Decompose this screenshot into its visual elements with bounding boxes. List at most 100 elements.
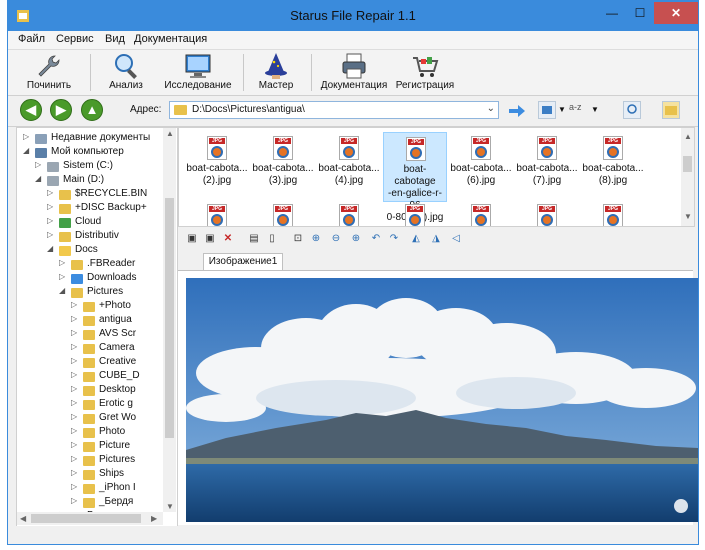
scrollbar-thumb[interactable] [683,156,692,172]
documentation-button[interactable]: Документация [317,50,391,95]
expand-arrow-icon[interactable]: ◢ [59,286,65,295]
go-arrow-icon[interactable] [508,104,526,118]
close-button[interactable]: ✕ [654,2,698,24]
expand-arrow-icon[interactable]: ▷ [71,426,77,435]
expand-arrow-icon[interactable]: ◢ [47,244,53,253]
menu-view[interactable]: Вид [105,33,125,45]
file-item[interactable]: JPG boat-cabota... (8).jpg [581,132,645,202]
expand-arrow-icon[interactable]: ▷ [71,454,77,463]
file-item[interactable]: JPG [515,200,579,226]
scroll-right-icon[interactable]: ▶ [151,514,157,523]
expand-arrow-icon[interactable]: ▷ [47,202,53,211]
analyze-button[interactable]: Анализ [100,50,152,95]
minimize-button[interactable]: — [598,2,626,24]
maximize-button[interactable]: ☐ [626,2,654,24]
scroll-down-icon[interactable]: ▼ [684,212,692,221]
image-info-icon[interactable]: ▤ [248,233,260,245]
folder-view-button[interactable] [662,101,680,119]
expand-arrow-icon[interactable]: ▷ [71,496,77,505]
expand-arrow-icon[interactable]: ▷ [35,160,41,169]
scroll-up-icon[interactable]: ▲ [684,132,692,141]
clipboard-icon[interactable]: ▯ [266,233,278,245]
file-item[interactable]: JPG boat-cabota... (3).jpg [251,132,315,202]
expand-arrow-icon[interactable]: ▷ [59,272,65,281]
view-dropdown-arrow[interactable]: ▼ [558,105,566,114]
fit-icon[interactable]: ⊡ [292,233,304,245]
zoom-out-icon[interactable]: ⊖ [330,233,342,245]
file-item[interactable]: JPG boat-cabota... (6).jpg [449,132,513,202]
expand-arrow-icon[interactable]: ▷ [71,328,77,337]
file-item[interactable]: JPG boat-cabota... (2).jpg [185,132,249,202]
expand-arrow-icon[interactable]: ▷ [47,188,53,197]
menu-file[interactable]: Файл [18,33,45,45]
wizard-button[interactable]: Мастер [248,50,304,95]
expand-arrow-icon[interactable]: ▷ [71,440,77,449]
folder-icon [83,456,95,466]
files-scrollbar[interactable]: ▲ ▼ [681,128,694,226]
rotate-right-icon[interactable]: ↷ [388,233,400,245]
save-as-icon[interactable]: ▣ [204,233,216,245]
scroll-down-icon[interactable]: ▼ [166,502,174,511]
menu-docs[interactable]: Документация [134,33,207,45]
file-item[interactable]: JPG boat-cabota... (7).jpg [515,132,579,202]
folder-icon [83,316,95,326]
expand-arrow-icon[interactable]: ▷ [71,482,77,491]
expand-arrow-icon[interactable]: ▷ [47,230,53,239]
file-item[interactable]: JPGboat-cabotage -en-galice-r-96 0-800 (… [383,132,447,223]
delete-icon[interactable]: ✕ [222,233,234,245]
expand-arrow-icon[interactable]: ▷ [71,356,77,365]
scrollbar-thumb[interactable] [31,514,141,523]
chevron-down-icon[interactable]: ⌄ [487,103,495,114]
jpg-file-icon: JPG [273,204,293,226]
jpg-file-icon: JPG [339,204,359,226]
expand-arrow-icon[interactable]: ▷ [47,216,53,225]
file-item[interactable]: JPG [317,200,381,226]
view-mode-button[interactable] [538,101,556,119]
expand-arrow-icon[interactable]: ◢ [35,174,41,183]
forward-button[interactable]: ▶ [50,99,72,121]
file-item[interactable]: JPG [383,200,447,226]
scroll-left-icon[interactable]: ◀ [20,514,26,523]
actual-size-icon[interactable]: ⊕ [310,233,322,245]
flip-vertical-icon[interactable]: ◮ [430,233,442,245]
scrollbar-thumb[interactable] [165,198,174,438]
menu-service[interactable]: Сервис [56,33,94,45]
address-input[interactable]: D:\Docs\Pictures\antigua\ ⌄ [169,101,499,119]
expand-arrow-icon[interactable]: ▷ [71,314,77,323]
sort-dropdown-arrow[interactable]: ▼ [591,105,599,114]
file-item[interactable]: JPG [449,200,513,226]
flip-horizontal-icon[interactable]: ◭ [410,233,422,245]
file-item[interactable]: JPG [251,200,315,226]
expand-arrow-icon[interactable]: ▷ [71,300,77,309]
rotate-left-icon[interactable]: ↶ [370,233,382,245]
expand-arrow-icon[interactable]: ▷ [71,412,77,421]
expand-arrow-icon[interactable]: ▷ [59,258,65,267]
expand-arrow-icon[interactable]: ▷ [71,384,77,393]
file-item[interactable]: JPG boat-cabota... (4).jpg [317,132,381,202]
back-button[interactable]: ◀ [20,99,42,121]
repair-button[interactable]: Починить [14,50,84,95]
expand-arrow-icon[interactable]: ◢ [23,146,29,155]
mirror-icon[interactable]: ◁ [450,233,462,245]
preview-button[interactable] [623,101,641,119]
file-item[interactable]: JPG [185,200,249,226]
tree-vertical-scrollbar[interactable]: ▲ ▼ [163,128,176,512]
expand-arrow-icon[interactable]: ▷ [71,468,77,477]
save-icon[interactable]: ▣ [186,233,198,245]
jpg-file-icon: JPG [603,136,623,160]
sort-icon[interactable]: a-z [569,102,582,112]
expand-arrow-icon[interactable]: ▷ [23,132,29,141]
expand-arrow-icon[interactable]: ▷ [71,342,77,351]
folder-icon [83,386,95,396]
zoom-in-icon[interactable]: ⊕ [350,233,362,245]
register-button[interactable]: Регистрация [393,50,457,95]
research-button[interactable]: Исследование [160,50,236,95]
scroll-up-icon[interactable]: ▲ [166,129,174,138]
file-item[interactable]: JPG [581,200,645,226]
jpg-file-icon: JPG [207,204,227,226]
up-button[interactable]: ▲ [81,99,103,121]
expand-arrow-icon[interactable]: ▷ [71,398,77,407]
tab-image[interactable]: Изображение1 [203,253,283,270]
expand-arrow-icon[interactable]: ▷ [71,370,77,379]
tree-horizontal-scrollbar[interactable]: ◀ ▶ [17,512,163,525]
